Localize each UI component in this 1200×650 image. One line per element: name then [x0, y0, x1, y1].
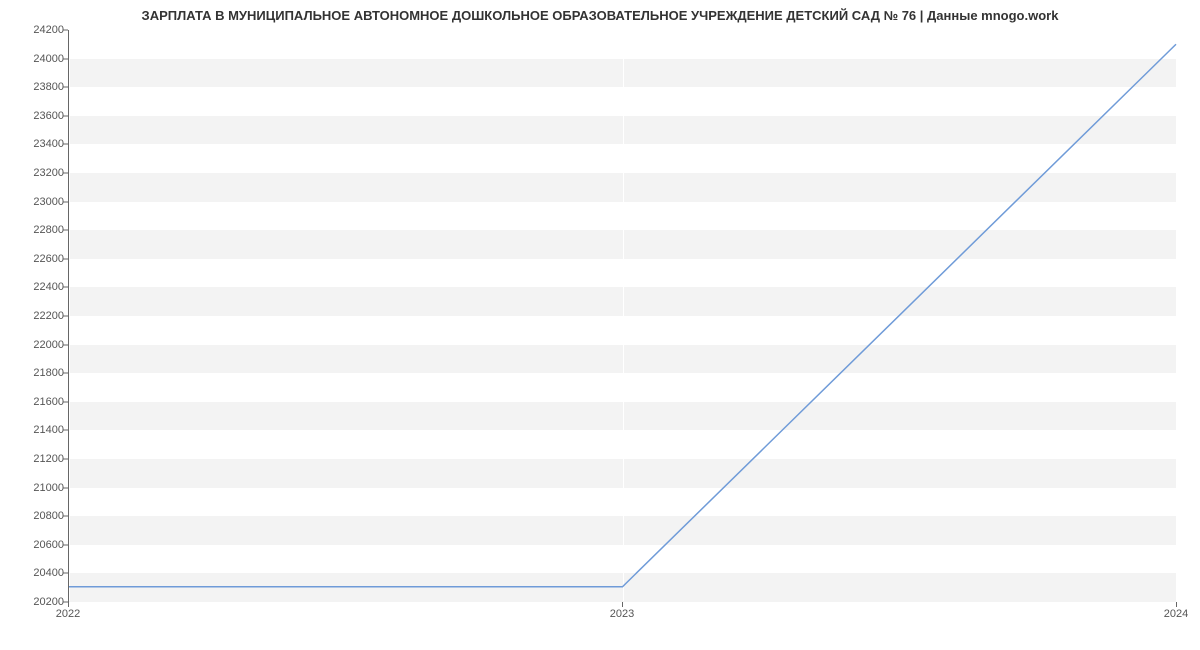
x-tick-label: 2022	[56, 608, 80, 620]
y-tick-label: 24000	[4, 53, 64, 65]
y-tick-label: 20800	[4, 510, 64, 522]
y-tick-mark	[63, 230, 68, 231]
y-tick-label: 21600	[4, 396, 64, 408]
y-tick-label: 21800	[4, 367, 64, 379]
y-tick-label: 20400	[4, 567, 64, 579]
x-tick-mark	[1176, 602, 1177, 607]
plot-area	[68, 30, 1176, 602]
y-tick-mark	[63, 173, 68, 174]
line-series	[69, 30, 1176, 601]
y-tick-mark	[63, 258, 68, 259]
x-gridline	[1177, 30, 1178, 601]
y-tick-mark	[63, 401, 68, 402]
y-tick-mark	[63, 459, 68, 460]
y-tick-mark	[63, 573, 68, 574]
y-tick-mark	[63, 287, 68, 288]
y-tick-label: 21000	[4, 482, 64, 494]
y-tick-mark	[63, 316, 68, 317]
y-tick-mark	[63, 30, 68, 31]
y-tick-label: 20200	[4, 596, 64, 608]
y-tick-mark	[63, 87, 68, 88]
y-tick-mark	[63, 373, 68, 374]
series-line	[69, 44, 1176, 586]
y-tick-label: 23200	[4, 167, 64, 179]
y-tick-mark	[63, 201, 68, 202]
y-tick-mark	[63, 115, 68, 116]
y-tick-label: 20600	[4, 539, 64, 551]
x-tick-label: 2024	[1164, 608, 1188, 620]
y-tick-label: 24200	[4, 24, 64, 36]
y-tick-label: 21400	[4, 424, 64, 436]
y-tick-label: 23000	[4, 196, 64, 208]
y-tick-label: 22600	[4, 253, 64, 265]
y-tick-label: 22400	[4, 281, 64, 293]
y-tick-mark	[63, 487, 68, 488]
y-tick-mark	[63, 516, 68, 517]
x-tick-mark	[622, 602, 623, 607]
y-tick-label: 23800	[4, 81, 64, 93]
y-tick-mark	[63, 430, 68, 431]
chart-title: ЗАРПЛАТА В МУНИЦИПАЛЬНОЕ АВТОНОМНОЕ ДОШК…	[0, 0, 1200, 23]
y-tick-mark	[63, 144, 68, 145]
y-tick-label: 22200	[4, 310, 64, 322]
y-tick-label: 23400	[4, 138, 64, 150]
x-tick-mark	[68, 602, 69, 607]
x-tick-label: 2023	[610, 608, 634, 620]
y-tick-label: 22800	[4, 224, 64, 236]
y-tick-label: 23600	[4, 110, 64, 122]
y-tick-label: 21200	[4, 453, 64, 465]
y-tick-mark	[63, 344, 68, 345]
chart-container: ЗАРПЛАТА В МУНИЦИПАЛЬНОЕ АВТОНОМНОЕ ДОШК…	[0, 0, 1200, 650]
y-tick-label: 22000	[4, 339, 64, 351]
y-tick-mark	[63, 544, 68, 545]
y-tick-mark	[63, 58, 68, 59]
